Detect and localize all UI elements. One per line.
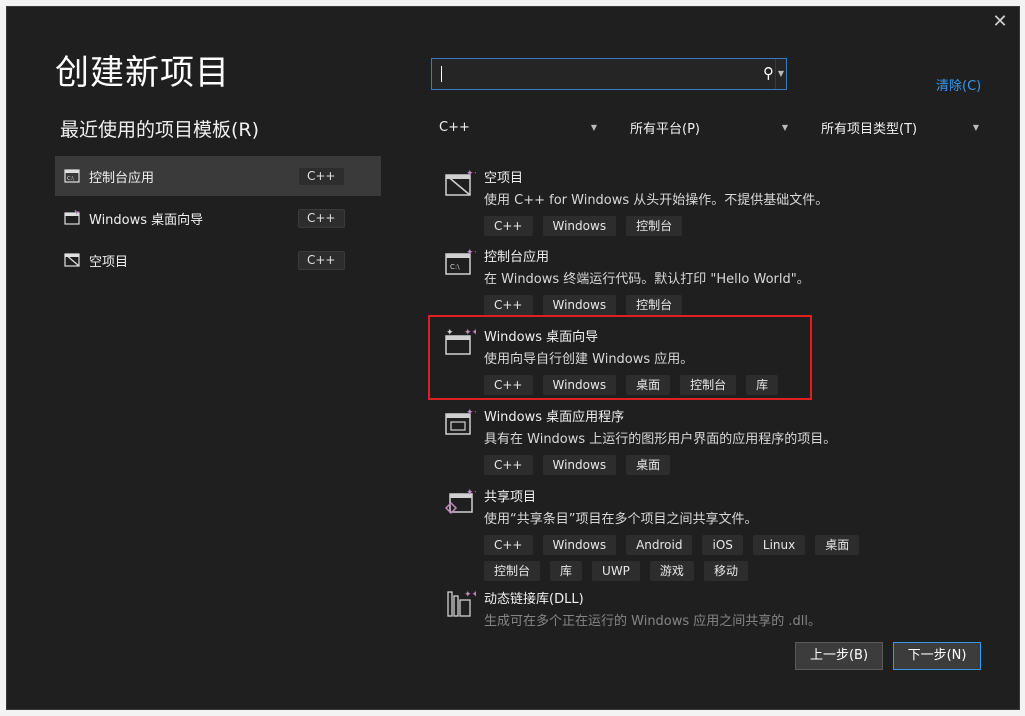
recent-item-label: 空项目: [89, 254, 129, 270]
template-name: 控制台应用: [484, 250, 550, 265]
clear-filters-link[interactable]: 清除(C): [936, 75, 981, 94]
close-icon[interactable]: ✕: [989, 11, 1011, 33]
tag: Windows: [542, 455, 617, 475]
template-search-input[interactable]: [444, 63, 748, 87]
tag: C++: [484, 455, 533, 475]
template-tags: C++ Windows 控制台: [484, 295, 924, 315]
text-caret: [441, 66, 442, 82]
tag: Windows: [542, 295, 617, 315]
template-description: 使用向导自行创建 Windows 应用。: [484, 352, 694, 367]
language-filter-dropdown[interactable]: C++ ▼: [439, 115, 597, 139]
windows-wizard-icon: ✦ ✦✦: [445, 328, 476, 355]
template-description: 生成可在多个正在运行的 Windows 应用之间共享的 .dll。: [484, 614, 822, 629]
language-chip: C++: [298, 209, 345, 228]
template-name: 动态链接库(DLL): [484, 592, 584, 607]
chevron-down-icon: ▼: [972, 122, 979, 132]
svg-text:✦: ✦: [446, 328, 454, 338]
tag: C++: [484, 375, 533, 395]
recent-item-empty-project[interactable]: 空项目 C++: [55, 240, 381, 280]
tag: 桌面: [626, 375, 671, 395]
tag: 桌面: [626, 455, 671, 475]
tag: 控制台: [626, 295, 683, 315]
svg-text:✦✦: ✦✦: [466, 169, 476, 179]
template-search-box: ⚲ ▼: [431, 58, 787, 90]
chevron-down-icon[interactable]: ▼: [775, 59, 786, 89]
desktop-application-icon: ✦✦: [445, 408, 476, 435]
recent-templates-heading: 最近使用的项目模板(R): [60, 119, 260, 141]
template-description: 使用“共享条目”项目在多个项目之间共享文件。: [484, 512, 758, 527]
tag: Android: [626, 535, 693, 555]
tag: 库: [746, 375, 779, 395]
template-description: 具有在 Windows 上运行的图形用户界面的应用程序的项目。: [484, 432, 837, 447]
tag: C++: [484, 295, 533, 315]
tag: iOS: [702, 535, 743, 555]
search-icon[interactable]: ⚲: [763, 64, 774, 82]
template-tags: C++ Windows 控制台: [484, 216, 924, 236]
svg-text:C:\: C:\: [450, 263, 460, 271]
template-name: 共享项目: [484, 490, 537, 505]
svg-text:C:\: C:\: [67, 176, 74, 182]
recent-item-label: 控制台应用: [89, 170, 155, 186]
chevron-down-icon: ▼: [781, 122, 788, 132]
template-item-dll[interactable]: ✦✦ 动态链接库(DLL) 生成可在多个正在运行的 Windows 应用之间共享…: [427, 578, 927, 629]
template-name: Windows 桌面应用程序: [484, 410, 625, 425]
svg-text:✦✦: ✦✦: [466, 408, 476, 418]
next-button[interactable]: 下一步(N): [893, 642, 981, 670]
template-description: 使用 C++ for Windows 从头开始操作。不提供基础文件。: [484, 193, 829, 208]
template-description: 在 Windows 终端运行代码。默认打印 "Hello World"。: [484, 272, 810, 287]
back-button[interactable]: 上一步(B): [795, 642, 883, 670]
template-tags: C++ Windows 桌面: [484, 455, 924, 475]
tag: Windows: [542, 216, 617, 236]
platform-filter-dropdown[interactable]: 所有平台(P) ▼: [630, 115, 788, 139]
svg-text:✦✦: ✦✦: [464, 590, 476, 600]
project-type-filter-value: 所有项目类型(T): [821, 121, 918, 137]
windows-wizard-icon: [64, 210, 80, 225]
tag: 控制台: [680, 375, 737, 395]
empty-project-icon: ✦✦: [445, 169, 476, 196]
recent-item-windows-desktop-wizard[interactable]: Windows 桌面向导 C++: [55, 198, 381, 238]
template-item-windows-desktop-wizard[interactable]: ✦ ✦✦ Windows 桌面向导 使用向导自行创建 Windows 应用。 C…: [427, 316, 927, 396]
empty-project-icon: [64, 253, 80, 267]
template-tags: C++ Windows Android iOS Linux 桌面 控制台 库 U…: [484, 535, 924, 581]
template-list: ✦✦ 空项目 使用 C++ for Windows 从头开始操作。不提供基础文件…: [427, 157, 927, 629]
template-name: Windows 桌面向导: [484, 330, 599, 345]
svg-text:✦✦: ✦✦: [464, 328, 476, 338]
tag: Windows: [542, 375, 617, 395]
recent-item-label: Windows 桌面向导: [89, 212, 204, 228]
svg-text:✦✦: ✦✦: [466, 248, 476, 258]
shared-project-icon: ✦✦: [444, 488, 476, 515]
tag: C++: [484, 535, 533, 555]
page-title: 创建新项目: [55, 53, 230, 93]
console-app-icon: C:\: [64, 169, 80, 183]
tag: 桌面: [815, 535, 860, 555]
recent-templates-list: C:\ 控制台应用 C++ Windows 桌面向导 C++ 空项目 C++: [55, 156, 381, 282]
create-project-dialog: ✕ 创建新项目 最近使用的项目模板(R) C:\ 控制台应用 C++ Windo…: [6, 6, 1020, 710]
chevron-down-icon: ▼: [590, 122, 597, 132]
template-item-shared-project[interactable]: ✦✦ 共享项目 使用“共享条目”项目在多个项目之间共享文件。 C++ Windo…: [427, 476, 927, 581]
recent-item-console-app[interactable]: C:\ 控制台应用 C++: [55, 156, 381, 196]
language-chip: C++: [298, 251, 345, 270]
template-item-windows-desktop-application[interactable]: ✦✦ Windows 桌面应用程序 具有在 Windows 上运行的图形用户界面…: [427, 396, 927, 476]
console-app-icon: C:\ ✦✦: [445, 248, 476, 275]
tag: 控制台: [626, 216, 683, 236]
platform-filter-value: 所有平台(P): [630, 121, 700, 137]
template-tags: C++ Windows 桌面 控制台 库: [484, 375, 924, 395]
dll-library-icon: ✦✦: [447, 590, 476, 617]
template-item-empty-project[interactable]: ✦✦ 空项目 使用 C++ for Windows 从头开始操作。不提供基础文件…: [427, 157, 927, 236]
svg-text:✦✦: ✦✦: [466, 488, 476, 498]
tag: Windows: [542, 535, 617, 555]
template-item-console-app[interactable]: C:\ ✦✦ 控制台应用 在 Windows 终端运行代码。默认打印 "Hell…: [427, 236, 927, 316]
tag: C++: [484, 216, 533, 236]
language-chip: C++: [298, 167, 345, 186]
tag: Linux: [752, 535, 806, 555]
project-type-filter-dropdown[interactable]: 所有项目类型(T) ▼: [821, 115, 979, 139]
language-filter-value: C++: [439, 119, 470, 135]
template-name: 空项目: [484, 171, 524, 186]
